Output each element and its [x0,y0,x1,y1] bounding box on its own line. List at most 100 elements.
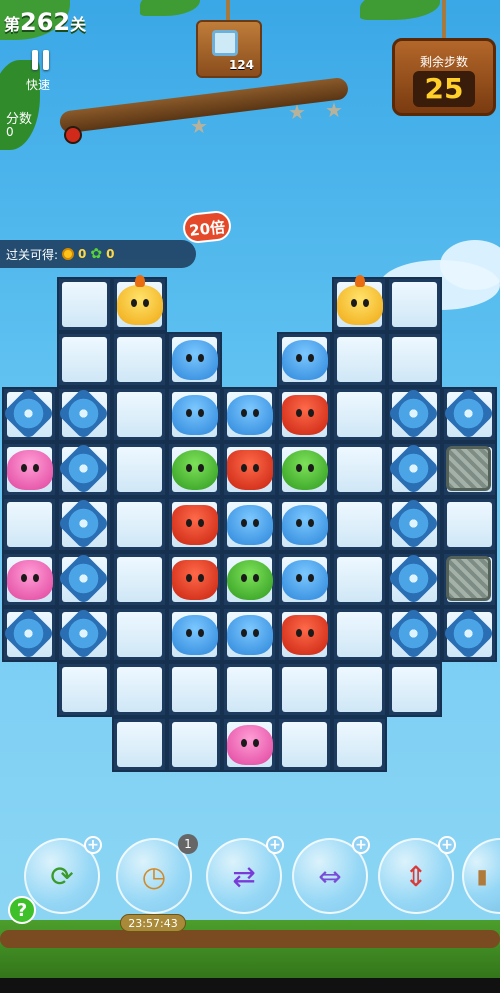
blue-flower-blocker [56,441,112,497]
board-cell[interactable] [112,662,167,717]
blue-hippo-piece[interactable] [222,607,277,662]
piece-body [226,449,273,490]
pink-octopus-piece[interactable] [2,552,57,607]
eye [197,628,204,637]
eye [307,573,314,582]
piece-body [281,504,328,545]
pause-button[interactable] [18,44,62,76]
board-cell[interactable] [387,662,442,717]
piece-body [171,339,218,380]
blue-hippo-piece[interactable] [167,387,222,442]
rope [226,0,230,22]
plus-icon[interactable]: + [84,836,102,854]
blue-hippo-piece[interactable] [277,497,332,552]
board-cell[interactable] [112,607,167,662]
piece-body [171,394,218,435]
board-cell[interactable] [57,332,112,387]
board-cell[interactable] [277,717,332,772]
yellow-chick-piece[interactable] [332,274,387,332]
eye [197,518,204,527]
green-frog-piece[interactable] [277,442,332,497]
hammer-booster-button[interactable]: ▮ [462,838,500,914]
flower-icon [1,386,56,441]
blue-hippo-piece[interactable] [222,387,277,442]
chick-crest [354,274,365,287]
piece-body [281,394,328,435]
help-button[interactable]: ? [8,896,36,924]
eye [20,463,27,472]
board-cell[interactable] [332,552,387,607]
plus-icon[interactable]: + [266,836,284,854]
board-cell[interactable] [332,332,387,387]
eye [350,298,357,307]
eye [295,518,302,527]
board-cell[interactable] [112,552,167,607]
board-cell[interactable] [167,662,222,717]
board-cell[interactable] [57,662,112,717]
piece-body [6,559,53,600]
blue-flower-blocker [1,606,57,662]
green-frog-piece[interactable] [167,442,222,497]
flower-icon [56,441,111,496]
board-cell[interactable] [167,717,222,772]
board-cell[interactable] [112,442,167,497]
reward-label: 过关可得: [6,247,59,262]
board-cell[interactable] [222,662,277,717]
column-booster-button[interactable]: ⇕ + [378,836,456,914]
shuffle-booster-button[interactable]: ⟳ + [24,836,102,914]
piece-body [171,559,218,600]
board-cell[interactable] [112,717,167,772]
board-cell[interactable] [332,607,387,662]
row-booster-button[interactable]: ⇔ + [292,836,370,914]
vine [0,930,500,948]
board-cell[interactable] [332,717,387,772]
red-fox-piece[interactable] [167,552,222,607]
green-frog-piece[interactable] [222,552,277,607]
red-fox-piece[interactable] [277,387,332,442]
eye [197,573,204,582]
red-fox-piece[interactable] [167,497,222,552]
board-cell[interactable] [277,662,332,717]
board-cell[interactable] [332,497,387,552]
board-cell[interactable] [2,497,57,552]
eye [240,738,247,747]
yellow-chick-piece[interactable] [112,274,167,332]
rope [442,0,446,40]
plus-icon[interactable]: + [438,836,456,854]
swap-booster-button[interactable]: ⇄ + [206,836,284,914]
board-cell[interactable] [387,332,442,387]
pink-octopus-piece[interactable] [2,442,57,497]
blue-hippo-piece[interactable] [167,607,222,662]
flower-icon [441,606,496,661]
stone-icon [446,446,491,491]
blue-flower-blocker [56,606,112,662]
time-booster-button[interactable]: ◷ 1 [116,834,198,914]
piece-body [281,559,328,600]
blue-hippo-piece[interactable] [277,332,332,387]
blue-hippo-piece[interactable] [222,497,277,552]
plus-icon[interactable]: + [352,836,370,854]
eye [130,298,137,307]
game-board[interactable] [0,274,500,780]
board-cell[interactable] [112,497,167,552]
blue-hippo-piece[interactable] [167,332,222,387]
pink-octopus-piece[interactable] [222,717,277,772]
blue-hippo-piece[interactable] [277,552,332,607]
level-number: 262 [20,8,71,36]
eye [197,353,204,362]
board-cell[interactable] [442,497,497,552]
blue-flower-blocker [441,606,497,662]
piece-body [226,724,273,765]
red-fox-piece[interactable] [222,442,277,497]
board-cell[interactable] [57,277,112,332]
board-cell[interactable] [332,387,387,442]
piece-body [116,274,163,325]
flower-icon [386,386,441,441]
board-cell[interactable] [332,662,387,717]
board-cell[interactable] [332,442,387,497]
board-cell[interactable] [112,332,167,387]
flower-icon [386,606,441,661]
red-fox-piece[interactable] [277,607,332,662]
board-cell[interactable] [387,277,442,332]
board-cell[interactable] [112,387,167,442]
